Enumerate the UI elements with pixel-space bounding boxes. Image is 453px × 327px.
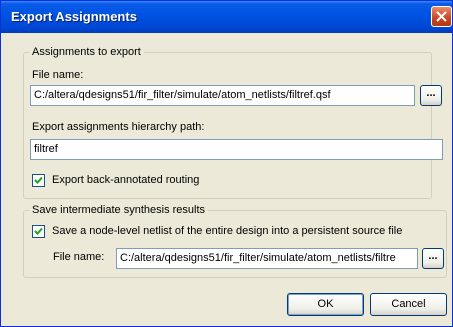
file-name-field[interactable]: C:/altera/qdesigns51/fir_filter/simulate… <box>30 85 415 106</box>
synthesis-group-legend: Save intermediate synthesis results <box>32 204 206 216</box>
title-bar[interactable]: Export Assignments <box>1 1 452 33</box>
assignments-group-legend: Assignments to export <box>32 46 141 58</box>
file-name-label: File name: <box>32 69 84 81</box>
dialog-title: Export Assignments <box>11 9 137 24</box>
back-annotated-checkbox[interactable] <box>32 174 45 187</box>
hierarchy-path-field[interactable]: filtref <box>30 139 443 160</box>
cancel-button[interactable]: Cancel <box>370 293 447 316</box>
close-button[interactable] <box>431 6 452 27</box>
checkmark-icon <box>34 176 43 184</box>
hierarchy-path-label: Export assignments hierarchy path: <box>32 121 205 133</box>
synthesis-browse-button[interactable]: ... <box>422 248 444 269</box>
synthesis-file-name-field[interactable]: C:/altera/qdesigns51/fir_filter/simulate… <box>116 248 418 269</box>
export-assignments-dialog: Export Assignments Assignments to export… <box>0 0 453 327</box>
save-netlist-label: Save a node-level netlist of the entire … <box>52 225 403 237</box>
checkmark-icon <box>34 227 43 235</box>
save-netlist-checkbox[interactable] <box>32 225 45 238</box>
close-icon <box>436 11 447 22</box>
synthesis-file-name-label: File name: <box>53 251 105 263</box>
ok-button[interactable]: OK <box>287 293 364 316</box>
back-annotated-label: Export back-annotated routing <box>52 174 200 186</box>
file-name-browse-button[interactable]: ... <box>420 85 442 106</box>
